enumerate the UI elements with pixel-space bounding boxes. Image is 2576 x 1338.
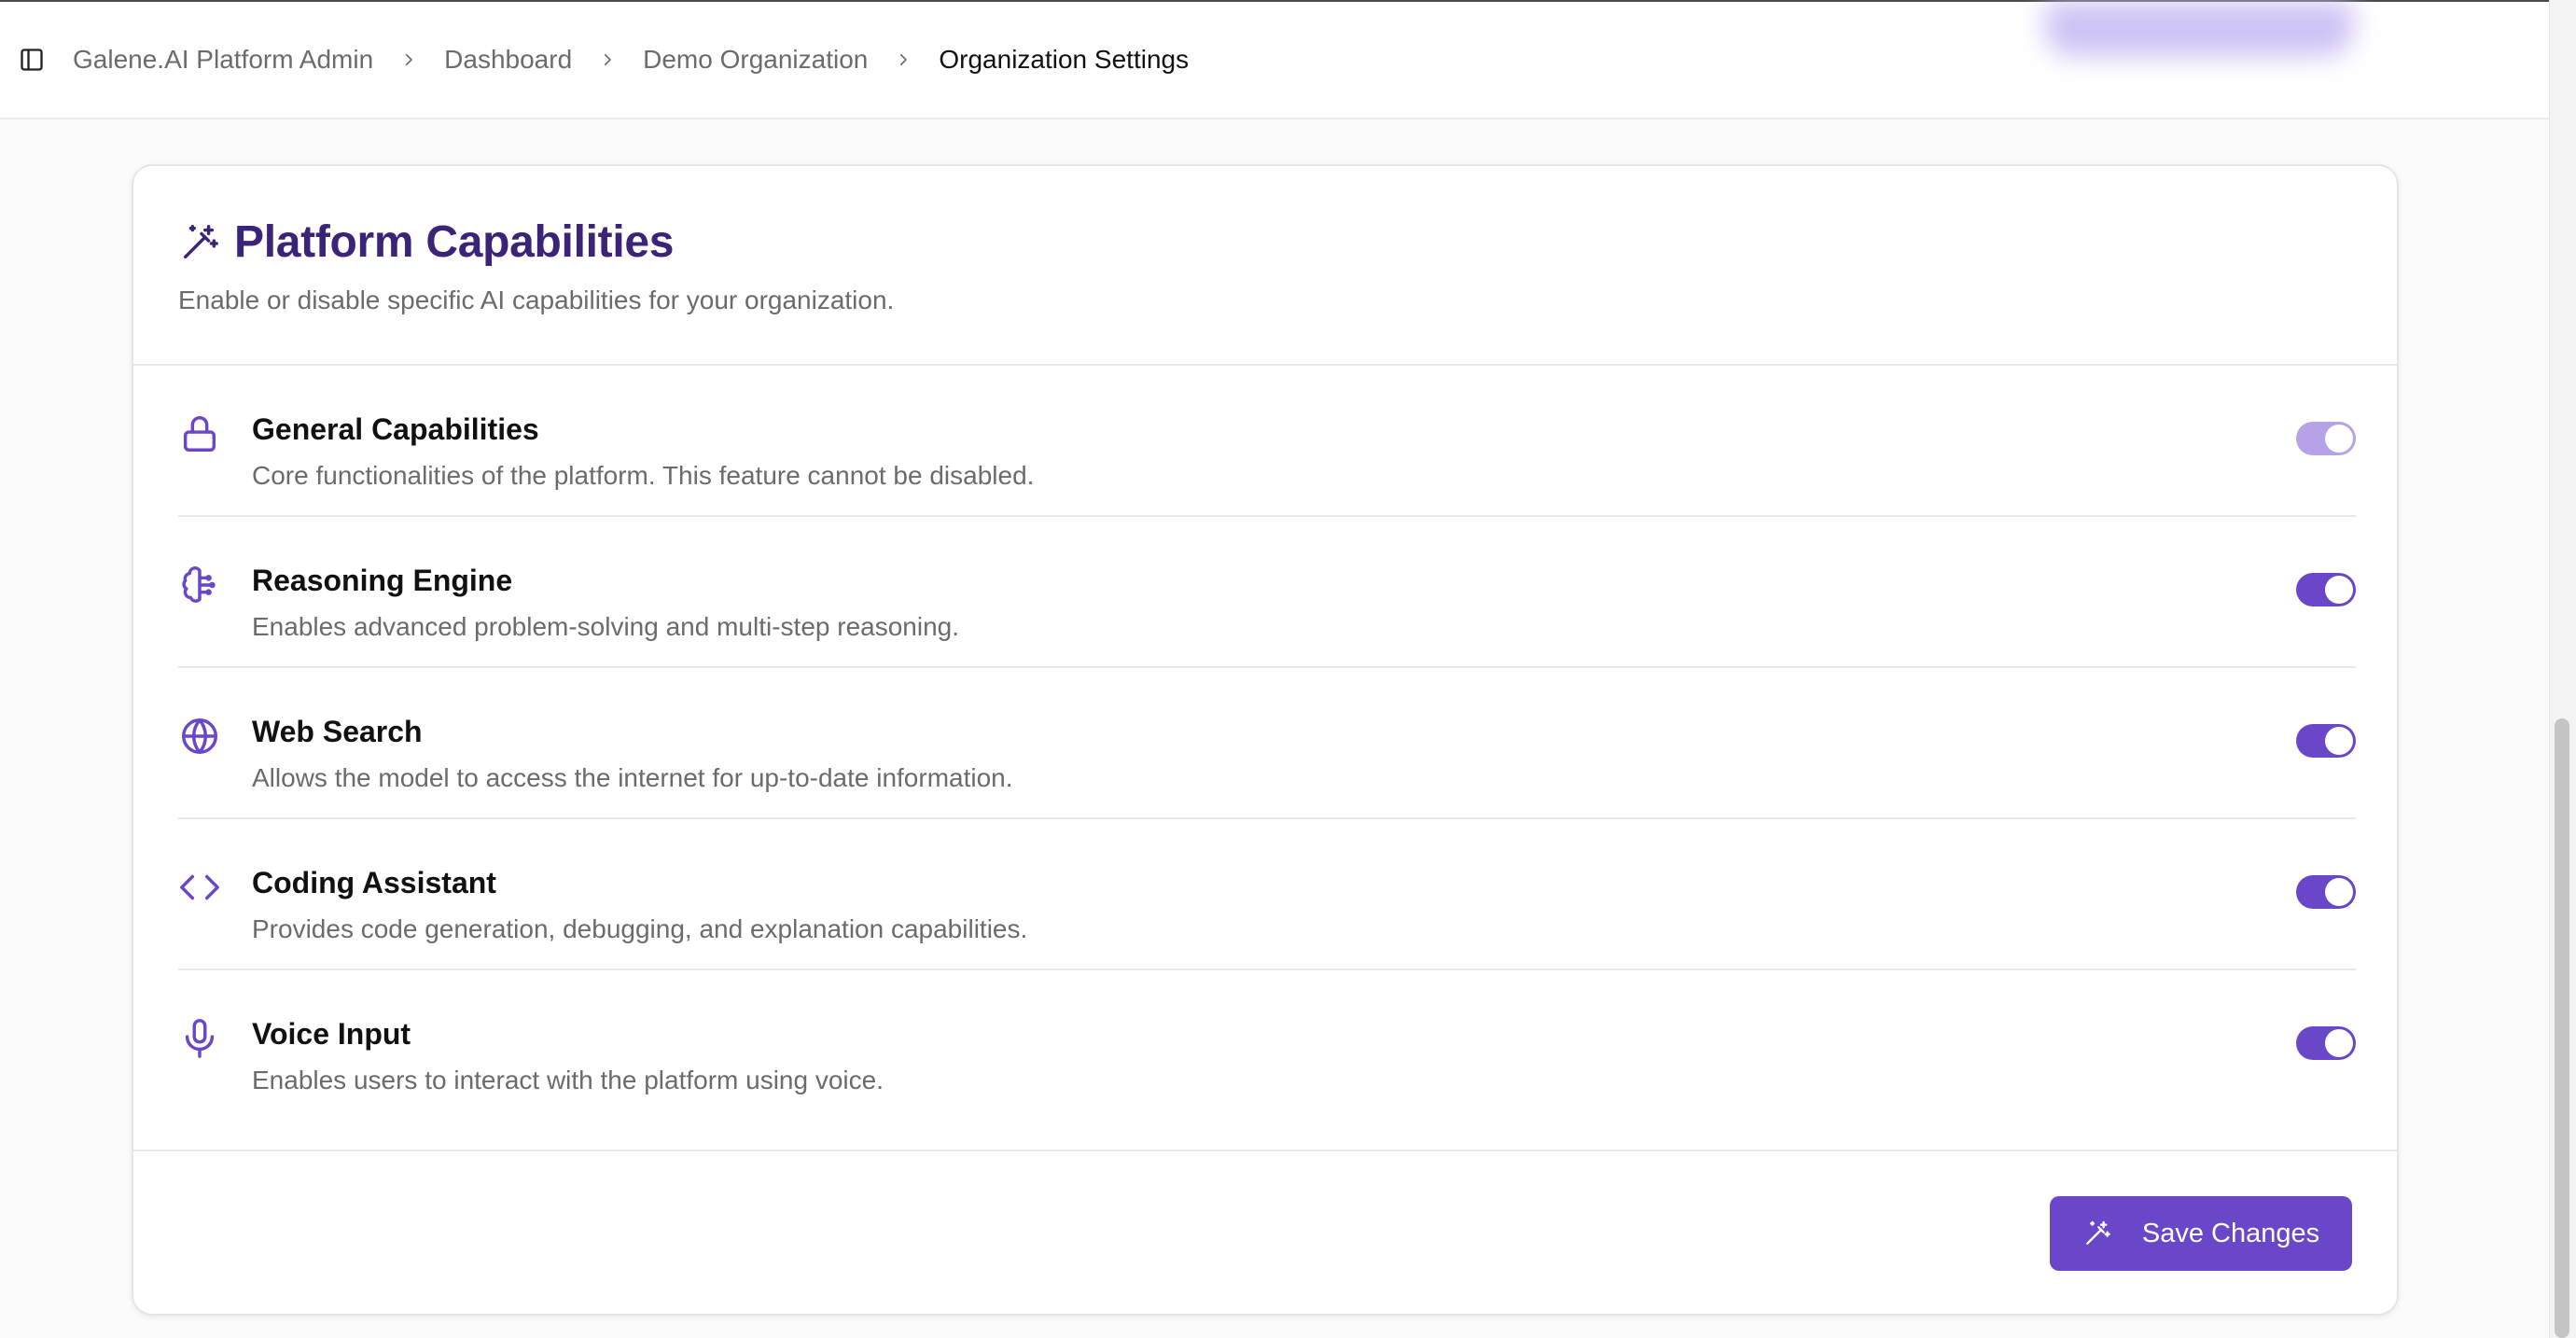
card-header: Platform Capabilities Enable or disable … — [133, 166, 2397, 366]
toggle-reasoning-engine[interactable] — [2296, 573, 2356, 606]
capability-description: Enables advanced problem-solving and mul… — [252, 612, 959, 641]
lock-icon — [178, 412, 221, 455]
chevron-right-icon — [894, 50, 912, 69]
breadcrumb: Galene.AI Platform Admin Dashboard Demo … — [73, 45, 1189, 75]
vertical-scrollbar-thumb[interactable] — [2555, 718, 2569, 1338]
breadcrumb-current-page: Organization Settings — [939, 45, 1190, 74]
brain-icon — [178, 564, 221, 606]
save-changes-label: Save Changes — [2141, 1218, 2320, 1248]
card-title-row: Platform Capabilities — [178, 216, 674, 268]
capability-description: Enables users to interact with the platf… — [252, 1066, 884, 1094]
capability-voice-input: Voice Input Enables users to interact wi… — [178, 970, 2356, 1122]
capability-web-search: Web Search Allows the model to access th… — [178, 668, 2356, 819]
toggle-knob — [2325, 425, 2353, 453]
capability-description: Core functionalities of the platform. Th… — [252, 461, 1035, 490]
toggle-knob — [2325, 1029, 2353, 1057]
breadcrumb-platform-admin[interactable]: Galene.AI Platform Admin — [73, 45, 373, 75]
capability-coding-assistant: Coding Assistant Provides code generatio… — [178, 819, 2356, 970]
magic-wand-icon — [2082, 1219, 2112, 1248]
card-description: Enable or disable specific AI capabiliti… — [178, 286, 895, 314]
capability-description: Allows the model to access the internet … — [252, 763, 1013, 792]
code-icon — [178, 866, 221, 909]
toggle-knob — [2325, 727, 2353, 755]
toggle-coding-assistant[interactable] — [2296, 875, 2356, 909]
chevron-right-icon — [399, 50, 418, 69]
save-changes-button[interactable]: Save Changes — [2050, 1196, 2352, 1271]
sidebar-toggle-icon[interactable] — [17, 45, 47, 75]
capability-title: Coding Assistant — [252, 866, 496, 899]
capability-reasoning: Reasoning Engine Enables advanced proble… — [178, 517, 2356, 668]
breadcrumb-demo-organization[interactable]: Demo Organization — [643, 45, 868, 75]
toggle-web-search[interactable] — [2296, 724, 2356, 758]
card-title: Platform Capabilities — [234, 217, 675, 267]
toggle-voice-input[interactable] — [2296, 1026, 2356, 1060]
microphone-icon — [178, 1017, 221, 1060]
top-header: Galene.AI Platform Admin Dashboard Demo … — [0, 2, 2549, 119]
breadcrumb-dashboard[interactable]: Dashboard — [444, 45, 572, 75]
capability-title: General Capabilities — [252, 412, 539, 446]
header-glow-decoration — [2045, 2, 2353, 56]
chevron-right-icon — [598, 50, 617, 69]
toggle-knob — [2325, 576, 2353, 604]
globe-icon — [178, 715, 221, 758]
capability-title: Web Search — [252, 715, 423, 748]
capability-title: Voice Input — [252, 1017, 411, 1051]
capabilities-list: General Capabilities Core functionalitie… — [178, 366, 2356, 1122]
capability-description: Provides code generation, debugging, and… — [252, 914, 1028, 943]
toggle-knob — [2325, 878, 2353, 906]
capability-title: Reasoning Engine — [252, 564, 513, 597]
platform-capabilities-card: Platform Capabilities Enable or disable … — [132, 164, 2399, 1316]
card-footer: Save Changes — [133, 1150, 2397, 1317]
capability-general: General Capabilities Core functionalitie… — [178, 366, 2356, 517]
toggle-general-capabilities — [2296, 422, 2356, 455]
magic-wand-icon — [178, 221, 221, 264]
